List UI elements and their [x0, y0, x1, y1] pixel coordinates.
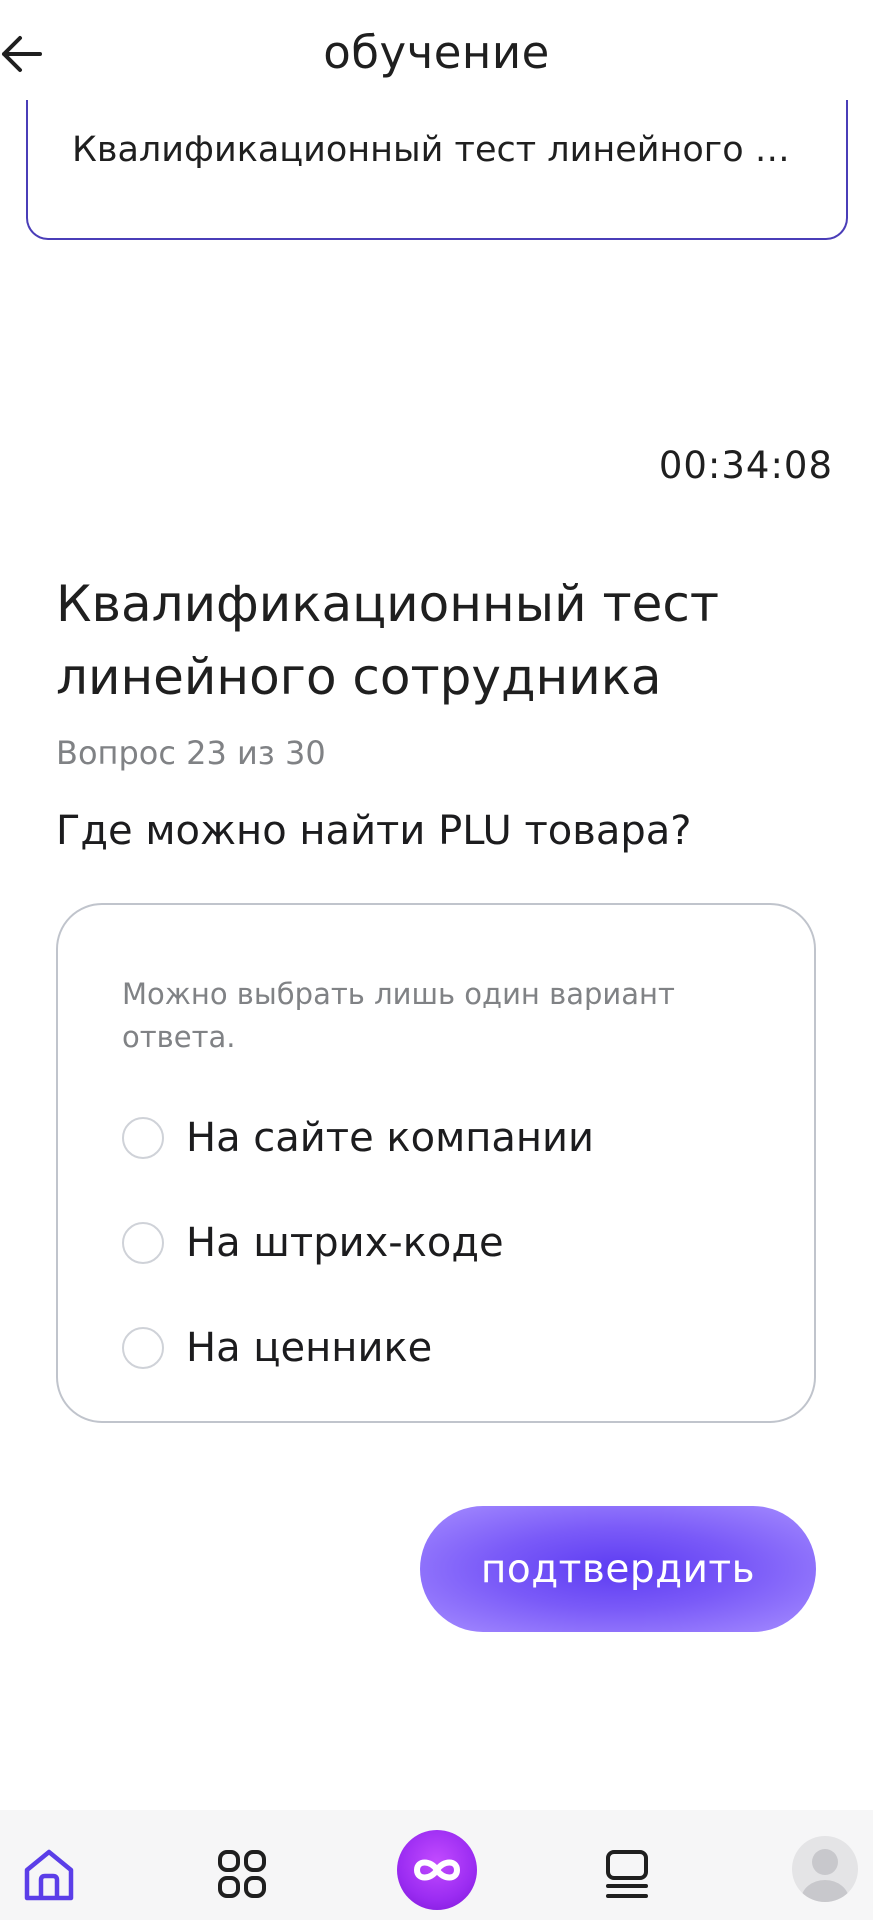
nav-center[interactable] — [395, 1830, 479, 1920]
option-label: На штрих-коде — [186, 1219, 504, 1266]
bottom-nav — [0, 1810, 873, 1920]
radio-button[interactable] — [122, 1116, 164, 1159]
radio-button[interactable] — [122, 1326, 164, 1369]
test-title: Квалификационный тест линейного сотрудни… — [56, 575, 720, 706]
option-website[interactable]: На сайте компании — [122, 1085, 754, 1190]
nav-catalog[interactable] — [207, 1846, 277, 1920]
list-icon — [600, 1846, 656, 1906]
answer-hint: Можно выбрать лишь один вариант ответа. — [122, 977, 675, 1054]
confirm-button[interactable]: подтвердить — [420, 1506, 816, 1632]
option-label: На ценнике — [186, 1324, 433, 1371]
option-price-tag[interactable]: На ценнике — [122, 1295, 754, 1400]
test-name-card[interactable]: Квалификационный тест линейного с... — [26, 100, 848, 240]
infinity-icon — [397, 1830, 477, 1910]
radio-button[interactable] — [122, 1221, 164, 1264]
timer: 00:34:08 — [658, 444, 833, 487]
option-barcode[interactable]: На штрих-коде — [122, 1190, 754, 1295]
nav-list[interactable] — [593, 1846, 663, 1920]
option-label: На сайте компании — [186, 1114, 595, 1161]
test-name-card-text: Квалификационный тест линейного с... — [72, 130, 802, 170]
nav-home[interactable] — [14, 1846, 84, 1920]
home-icon — [21, 1846, 77, 1906]
nav-profile[interactable] — [790, 1836, 860, 1910]
answer-options: На сайте компании На штрих-коде На ценни… — [122, 1085, 754, 1400]
question-text: Где можно найти PLU товара? — [56, 808, 692, 854]
avatar-icon — [792, 1836, 858, 1902]
page: обучение Квалификационный тест линейного… — [0, 0, 873, 1920]
header: обучение — [0, 0, 873, 112]
answer-card: Можно выбрать лишь один вариант ответа. … — [56, 903, 816, 1423]
page-title: обучение — [323, 26, 550, 79]
question-counter: Вопрос 23 из 30 — [56, 734, 326, 772]
grid-icon — [214, 1846, 270, 1906]
